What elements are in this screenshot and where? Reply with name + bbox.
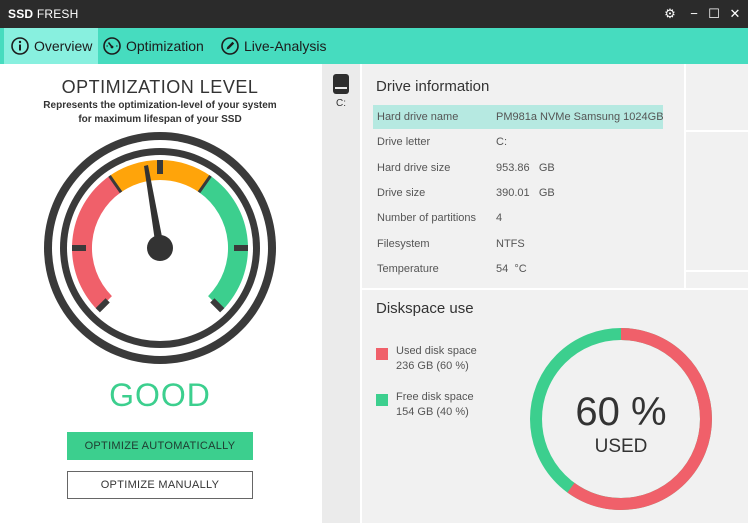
drive-letter-label: C: <box>336 98 346 109</box>
donut-label: 60 % USED <box>528 326 714 512</box>
diskspace-title: Diskspace use <box>376 300 474 317</box>
optimize-manually-button[interactable]: OPTIMIZE MANUALLY <box>67 471 253 499</box>
info-key: Number of partitions <box>377 212 477 224</box>
optimization-panel: OPTIMIZATION LEVEL Represents the optimi… <box>0 64 320 523</box>
legend-text-used: Used disk space 236 GB (60 %) <box>396 345 477 372</box>
drive-information-title: Drive information <box>376 78 490 95</box>
pen-icon <box>220 36 240 56</box>
info-row-hard-drive-name: Hard drive name PM981a NVMe Samsung 1024… <box>373 105 664 129</box>
info-row-hard-drive-size: Hard drive size 953.86 GB <box>373 156 663 180</box>
minimize-button[interactable]: − <box>684 4 704 24</box>
info-value: PM981a NVMe Samsung 1024GB <box>496 111 664 123</box>
tab-label: Optimization <box>126 38 204 54</box>
info-row-drive-size: Drive size 390.01 GB <box>373 181 663 205</box>
tab-label: Overview <box>34 38 93 54</box>
info-key: Temperature <box>377 263 439 275</box>
side-panel-middle <box>686 132 748 270</box>
optimize-automatically-button[interactable]: OPTIMIZE AUTOMATICALLY <box>67 432 253 460</box>
info-key: Hard drive name <box>377 111 459 123</box>
gauge-hub <box>147 235 173 261</box>
info-key: Drive letter <box>377 136 431 148</box>
info-row-temperature: Temperature 54 °C <box>373 257 663 281</box>
info-value: 4 <box>496 212 503 224</box>
title-bar: SSD FRESH ⚙ − ☐ ✕ <box>0 0 748 28</box>
legend-swatch-free <box>376 394 388 406</box>
diskspace-panel: Diskspace use Used disk space 236 GB (60 … <box>362 290 748 523</box>
settings-icon[interactable]: ⚙ <box>660 4 680 24</box>
optimization-gauge <box>44 132 276 364</box>
drive-item-c[interactable]: C: <box>322 70 360 114</box>
info-icon <box>10 36 30 56</box>
tab-overview[interactable]: Overview <box>4 28 99 64</box>
info-value: C: <box>496 136 507 148</box>
side-panel-bottom <box>686 272 748 288</box>
tab-bar: Overview Optimization Live-Analysis <box>0 28 748 64</box>
info-row-drive-letter: Drive letter C: <box>373 130 663 154</box>
tab-live-analysis[interactable]: Live-Analysis <box>214 28 332 64</box>
legend-text-free: Free disk space 154 GB (40 %) <box>396 391 474 418</box>
drive-list: C: <box>322 64 360 523</box>
legend-swatch-used <box>376 348 388 360</box>
info-key: Filesystem <box>377 238 430 250</box>
info-key: Hard drive size <box>377 162 451 174</box>
optimization-subtitle: Represents the optimization-level of you… <box>43 100 277 125</box>
info-value: 953.86 GB <box>496 162 555 174</box>
used-percent-text: 60 % <box>575 390 667 434</box>
drive-information-panel: Drive information Hard drive name PM981a… <box>362 64 684 288</box>
info-value: 54 °C <box>496 263 527 275</box>
info-value: 390.01 GB <box>496 187 555 199</box>
info-row-filesystem: Filesystem NTFS <box>373 232 663 256</box>
drive-icon <box>333 74 349 94</box>
speedometer-icon <box>102 36 122 56</box>
tab-label: Live-Analysis <box>244 38 327 54</box>
info-key: Drive size <box>377 187 426 199</box>
optimization-title: OPTIMIZATION LEVEL <box>61 77 259 97</box>
app-title: SSD FRESH <box>8 7 79 21</box>
info-row-number-of-partitions: Number of partitions 4 <box>373 206 663 230</box>
tab-optimization[interactable]: Optimization <box>96 28 210 64</box>
close-button[interactable]: ✕ <box>725 4 745 24</box>
side-panel-top <box>686 64 748 130</box>
optimization-level-value: GOOD <box>109 377 211 413</box>
info-value: NTFS <box>496 238 525 250</box>
maximize-button[interactable]: ☐ <box>704 4 724 24</box>
used-caption: USED <box>594 436 648 457</box>
